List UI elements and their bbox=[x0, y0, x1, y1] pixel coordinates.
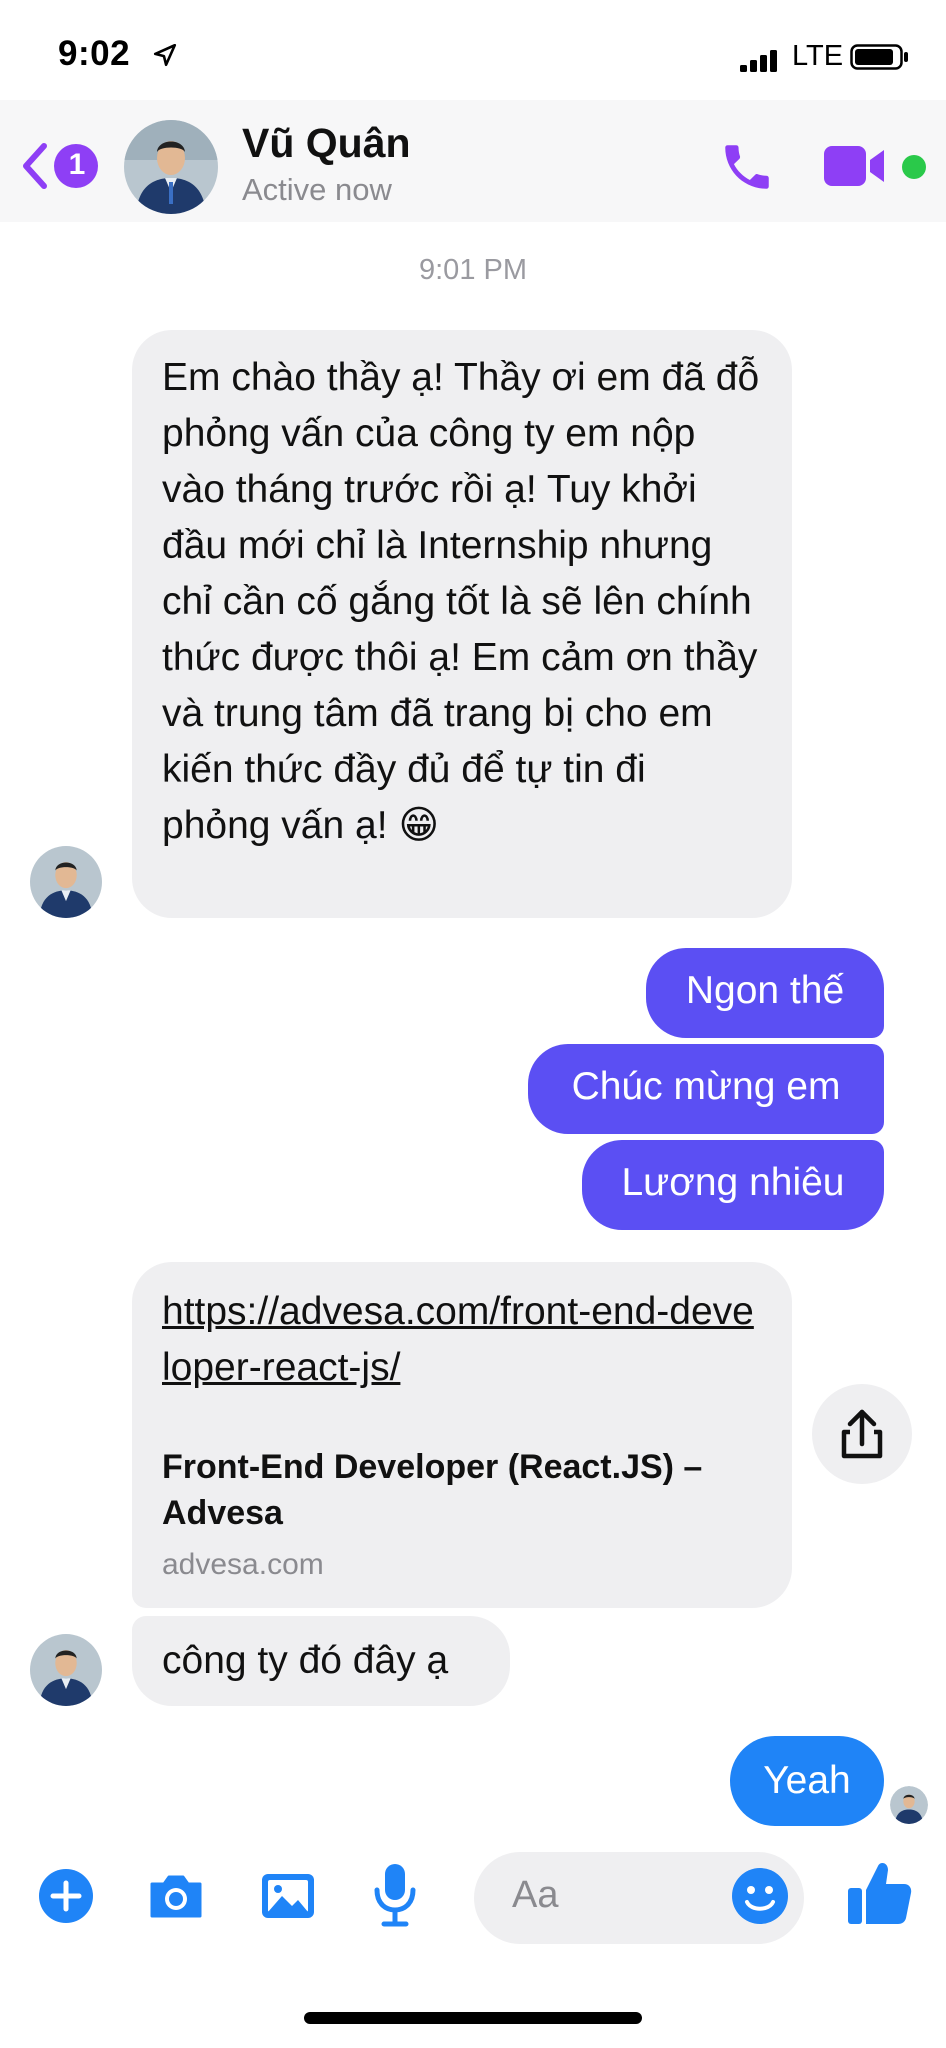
online-status-dot bbox=[902, 155, 926, 179]
outgoing-message[interactable]: Chúc mừng em bbox=[528, 1044, 884, 1134]
thumbs-up-icon[interactable] bbox=[846, 1858, 912, 1928]
outgoing-message[interactable]: Yeah bbox=[730, 1736, 884, 1826]
emoji-icon[interactable] bbox=[728, 1864, 792, 1928]
plus-icon[interactable] bbox=[36, 1866, 96, 1926]
outgoing-message[interactable]: Lương nhiêu bbox=[582, 1140, 884, 1230]
sender-avatar[interactable] bbox=[30, 1634, 102, 1706]
outgoing-message[interactable]: Ngon thế bbox=[646, 948, 884, 1038]
camera-icon[interactable] bbox=[146, 1866, 206, 1926]
link-domain: advesa.com bbox=[162, 1548, 324, 1581]
unread-badge: 1 bbox=[68, 148, 86, 181]
incoming-message[interactable]: công ty đó đây ạ bbox=[132, 1616, 510, 1706]
message-timestamp: 9:01 PM bbox=[419, 254, 527, 286]
back-chevron-icon bbox=[23, 143, 98, 189]
link-title: Front-End Developer (React.JS) – Advesa bbox=[162, 1448, 703, 1532]
incoming-message[interactable]: Em chào thầy ạ! Thầy ơi em đã đỗ phỏng v… bbox=[132, 330, 792, 918]
microphone-icon[interactable] bbox=[370, 1860, 420, 1930]
status-time: 9:02 bbox=[58, 34, 131, 73]
contact-name[interactable]: Vũ Quân bbox=[242, 120, 411, 167]
seen-avatar bbox=[890, 1786, 928, 1824]
video-camera-icon[interactable] bbox=[822, 142, 892, 190]
carrier-label: LTE bbox=[792, 40, 844, 72]
contact-active-status: Active now bbox=[242, 172, 392, 207]
contact-avatar[interactable] bbox=[124, 120, 218, 214]
link-preview-message[interactable]: https://advesa.com/front-end-developer-r… bbox=[132, 1262, 792, 1608]
signal-icon bbox=[740, 50, 777, 72]
back-button[interactable]: 1 bbox=[18, 138, 102, 194]
link-url[interactable]: https://advesa.com/front-end-developer-r… bbox=[162, 1284, 762, 1396]
share-button[interactable] bbox=[812, 1384, 912, 1484]
phone-icon[interactable] bbox=[718, 138, 776, 196]
share-icon bbox=[841, 1409, 883, 1459]
location-arrow-icon bbox=[153, 43, 177, 67]
message-input-placeholder: Aa bbox=[512, 1874, 559, 1916]
sender-avatar[interactable] bbox=[30, 846, 102, 918]
battery-icon bbox=[850, 44, 908, 70]
home-indicator bbox=[304, 2012, 642, 2024]
photo-icon[interactable] bbox=[258, 1866, 318, 1926]
